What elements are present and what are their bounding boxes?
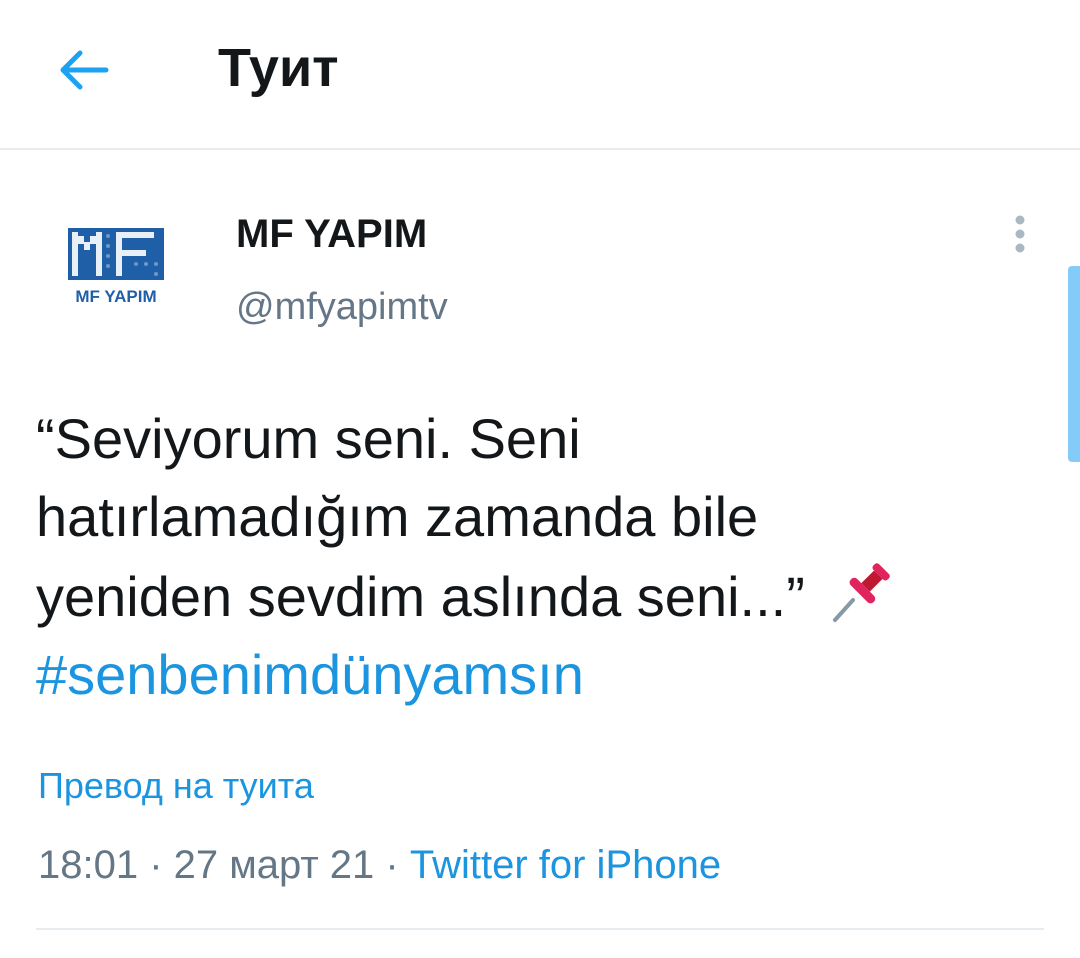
tweet-source-link[interactable]: Twitter for iPhone	[410, 843, 721, 887]
arrow-left-icon	[60, 50, 109, 90]
tweet-text-line: yeniden sevdim aslında seni...”	[36, 565, 805, 628]
tweet-date: 27 март 21	[173, 843, 375, 887]
divider	[36, 928, 1044, 930]
more-options-button[interactable]	[1000, 208, 1040, 260]
avatar[interactable]: MF YAPIM	[48, 206, 188, 316]
back-button[interactable]	[48, 34, 120, 106]
meta-separator: ·	[138, 843, 174, 887]
tweet-time: 18:01	[38, 843, 139, 887]
hashtag-link[interactable]: #senbenimdünyamsın	[36, 636, 1046, 714]
tweet-text: “Seviyorum seni. Seni hatırlamadığım zam…	[36, 400, 1046, 714]
author-display-name[interactable]: MF YAPIM	[236, 210, 427, 258]
tweet-text-line: “Seviyorum seni. Seni	[36, 407, 581, 470]
logo-text: MF YAPIM	[75, 287, 156, 306]
scrollbar-thumb[interactable]	[1068, 266, 1080, 462]
mf-yapim-logo: MF YAPIM	[68, 228, 164, 306]
top-app-bar: Туит	[0, 0, 1080, 150]
pushpin-icon	[827, 556, 897, 626]
page-title: Туит	[218, 38, 339, 98]
author-handle[interactable]: @mfyapimtv	[236, 284, 448, 330]
more-vertical-icon	[1015, 215, 1025, 253]
translate-tweet-link[interactable]: Превод на туита	[38, 764, 314, 808]
tweet-text-line-with-emoji: yeniden sevdim aslında seni...”	[36, 556, 1046, 636]
tweet-text-line: hatırlamadığım zamanda bile	[36, 485, 759, 548]
meta-separator: ·	[374, 843, 410, 887]
tweet-metadata: 18:01 · 27 март 21 · Twitter for iPhone	[38, 840, 721, 890]
